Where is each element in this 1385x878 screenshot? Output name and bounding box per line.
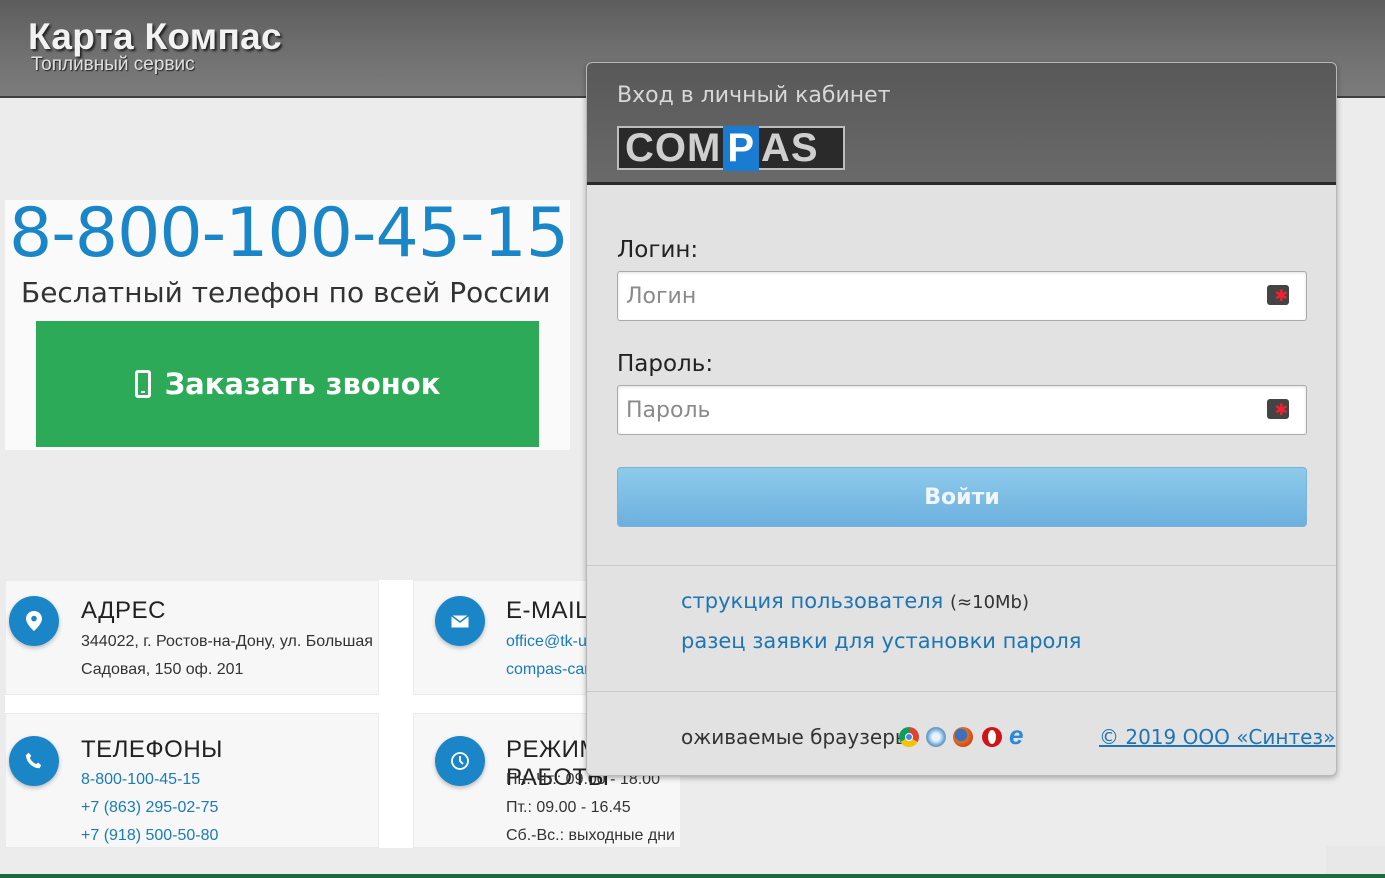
phone-promo: 8-800-100-45-15 Беслатный телефон по все… [5,194,570,450]
divider [587,565,1336,566]
password-input[interactable] [617,385,1307,435]
login-header: Вход в личный кабинет COM P AS [587,63,1336,185]
address-card: АДРЕС 344022, г. Ростов-на-Дону, ул. Бол… [5,580,379,695]
map-pin-icon [9,596,59,646]
phone-link[interactable]: +7 (863) 295-02-75 [81,799,218,817]
card-title: АДРЕС [81,597,166,624]
divider [587,691,1336,692]
phone-link[interactable]: +7 (918) 500-50-80 [81,827,218,845]
clock-icon [435,736,485,786]
manual-size-note: (≈10Mb) [950,592,1030,613]
manual-row: струкция пользователя (≈10Mb) [681,589,1029,613]
callback-label: Заказать звонок [164,367,441,401]
password-manager-icon[interactable]: ✱ [1267,285,1289,305]
password-manager-icon[interactable]: ✱ [1267,399,1289,419]
site-title[interactable]: Карта Компас [28,16,282,58]
chrome-icon[interactable] [899,727,919,747]
hotline-caption: Беслатный телефон по всей России [21,276,551,309]
card-line: Садовая, 150 оф. 201 [81,661,244,678]
copyright-link[interactable]: © 2019 ООО «Синтез» [1099,725,1335,749]
contact-cards: АДРЕС 344022, г. Ростов-на-Дону, ул. Бол… [5,580,681,848]
callback-button[interactable]: Заказать звонок [36,321,539,447]
login-label: Логин: [617,237,699,263]
login-heading: Вход в личный кабинет [617,83,891,108]
internet-explorer-icon[interactable]: e [1009,722,1033,748]
page-edge [1326,846,1385,874]
card-line: Сб.-Вс.: выходные дни [506,827,675,844]
card-line: Пт.: 09.00 - 16.45 [506,799,631,816]
login-panel: Вход в личный кабинет COMPAS Логин: ✱ Па… [586,62,1337,776]
login-input[interactable] [617,271,1307,321]
phone-link[interactable]: 8-800-100-45-15 [81,771,200,789]
password-form-link[interactable]: разец заявки для установки пароля [681,629,1081,653]
site-subtitle: Топливный сервис [31,54,195,75]
logo-text-left: COM [625,125,722,170]
card-title: E-MAIL [506,597,590,624]
user-manual-link[interactable]: струкция пользователя [681,589,943,613]
safari-icon[interactable] [926,727,946,747]
password-label: Пароль: [617,351,714,377]
phones-card: ТЕЛЕФОНЫ 8-800-100-45-15 +7 (863) 295-02… [5,713,379,848]
envelope-icon [435,596,485,646]
submit-button[interactable]: Войти [617,467,1307,527]
browsers-label: оживаемые браузеры: [681,725,918,749]
mobile-phone-icon [134,370,151,398]
logo-text-highlight: P [723,125,760,171]
phone-icon [9,736,59,786]
card-title: ТЕЛЕФОНЫ [81,736,223,763]
card-line: 344022, г. Ростов-на-Дону, ул. Большая [81,633,373,650]
compas-logo: COM P AS [617,125,845,171]
footer-strip [0,874,1385,878]
hotline-number[interactable]: 8-800-100-45-15 [9,194,569,273]
opera-icon[interactable] [982,727,1002,747]
firefox-icon[interactable] [953,727,973,747]
logo-text-right: AS [761,125,819,170]
